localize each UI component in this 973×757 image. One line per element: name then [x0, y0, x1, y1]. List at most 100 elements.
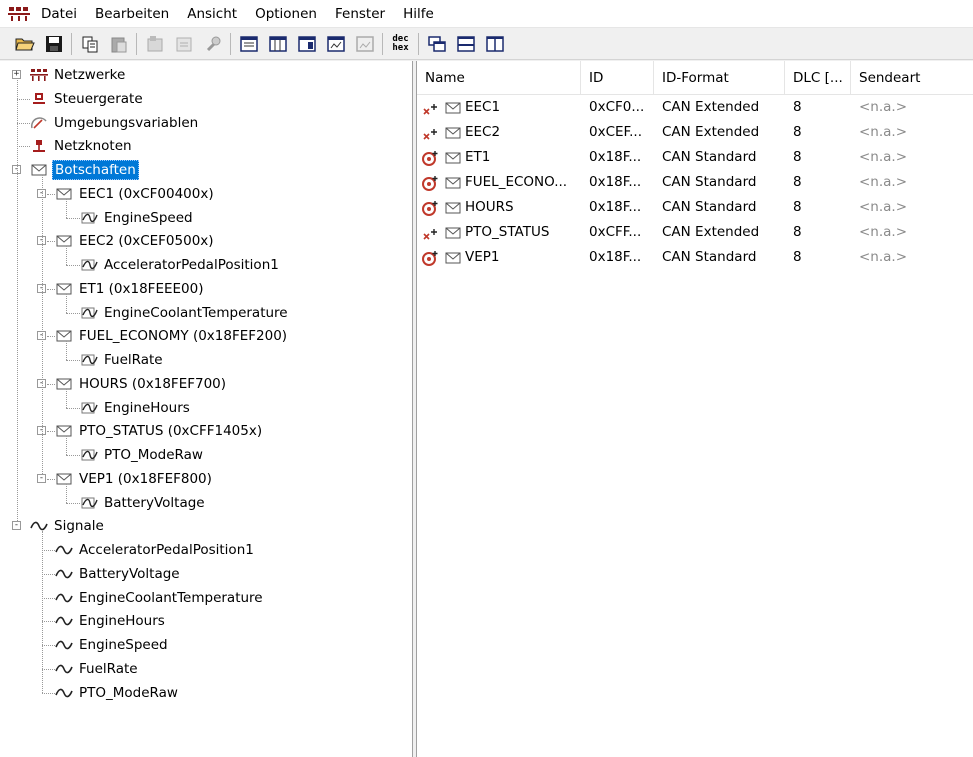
expand-plus-icon[interactable]: +	[12, 70, 21, 79]
menu-bearbeiten[interactable]: Bearbeiten	[86, 0, 178, 28]
tree-node-message[interactable]: - EEC2 (0xCEF0500x)	[37, 230, 216, 252]
cascade-icon[interactable]	[422, 31, 451, 57]
view3-icon[interactable]	[292, 31, 321, 57]
col-header-sendeart[interactable]: Sendeart	[851, 61, 973, 95]
app-network-icon[interactable]	[6, 0, 32, 28]
tree-connector-line	[17, 98, 30, 100]
tree-node-message-signal[interactable]: EngineCoolantTemperature	[80, 302, 290, 324]
collapse-minus-icon[interactable]: -	[37, 473, 46, 483]
signal-icon	[80, 210, 98, 226]
tree-node-umgebungsvariablen[interactable]: Umgebungsvariablen	[30, 112, 200, 134]
tree-node-netzwerke[interactable]: + Netzwerke	[12, 64, 127, 86]
tree-node-botschaften[interactable]: - Botschaften	[12, 159, 139, 181]
tree-node-signal[interactable]: PTO_ModeRaw	[55, 682, 180, 704]
envelope-icon	[55, 471, 73, 487]
table-row[interactable]: ET1 0x18F... CAN Standard 8 <n.a.>	[417, 145, 973, 170]
cell-dlc: 8	[793, 99, 802, 115]
tree-node-label: Umgebungsvariablen	[54, 114, 199, 131]
tree-connector-line	[47, 383, 55, 385]
tree-node-label: Steuergerate	[54, 90, 143, 107]
tree-node-message[interactable]: - PTO_STATUS (0xCFF1405x)	[37, 420, 264, 442]
table-row[interactable]: PTO_STATUS 0xCFF... CAN Extended 8 <n.a.>	[417, 220, 973, 245]
col-header-dlc[interactable]: DLC [...	[785, 61, 851, 95]
can-extended-icon	[421, 101, 445, 115]
col-header-id[interactable]: ID	[581, 61, 654, 95]
menu-fenster[interactable]: Fenster	[326, 0, 394, 28]
cell-sendeart: <n.a.>	[859, 149, 908, 165]
tree-connector-line	[42, 621, 55, 623]
table-row[interactable]: VEP1 0x18F... CAN Standard 8 <n.a.>	[417, 245, 973, 270]
edit-icon[interactable]	[169, 31, 198, 57]
table-row[interactable]: EEC1 0xCF0... CAN Extended 8 <n.a.>	[417, 95, 973, 120]
tree-node-signal[interactable]: EngineHours	[55, 610, 167, 632]
view1-icon[interactable]	[234, 31, 263, 57]
col-header-name[interactable]: Name	[417, 61, 581, 95]
cell-dlc: 8	[793, 224, 802, 240]
cell-dlc: 8	[793, 124, 802, 140]
tree-connector-line	[66, 217, 80, 219]
can-extended-icon	[421, 126, 445, 140]
menu-hilfe[interactable]: Hilfe	[394, 0, 443, 28]
menu-datei[interactable]: Datei	[32, 0, 86, 28]
tree-node-label: Netzwerke	[54, 67, 126, 83]
tree-node-message-signal[interactable]: AcceleratorPedalPosition1	[80, 254, 281, 276]
tree-node-signal[interactable]: AcceleratorPedalPosition1	[55, 539, 256, 561]
menu-bar: Datei Bearbeiten Ansicht Optionen Fenste…	[0, 0, 973, 28]
tool-icon[interactable]	[198, 31, 227, 57]
tile-vertical-icon[interactable]	[480, 31, 509, 57]
tree-node-message[interactable]: - HOURS (0x18FEF700)	[37, 373, 228, 395]
tree-node-message[interactable]: - VEP1 (0x18FEF800)	[37, 468, 214, 490]
tree-node-message[interactable]: - FUEL_ECONOMY (0x18FEF200)	[37, 325, 289, 347]
toolbar-separator	[136, 32, 137, 55]
tree-node-steuergerate[interactable]: Steuergerate	[30, 88, 145, 110]
paste-icon[interactable]	[104, 31, 133, 57]
tree-node-netzknoten[interactable]: Netzknoten	[30, 135, 134, 157]
dec-hex-icon[interactable]: dec hex	[386, 31, 415, 57]
table-row[interactable]: EEC2 0xCEF... CAN Extended 8 <n.a.>	[417, 120, 973, 145]
tile-horizontal-icon[interactable]	[451, 31, 480, 57]
can-standard-icon	[421, 150, 445, 166]
tree-node-label: PTO_ModeRaw	[104, 447, 203, 463]
cell-sendeart: <n.a.>	[859, 124, 908, 140]
cell-id: 0xCF0...	[589, 99, 645, 115]
menu-optionen[interactable]: Optionen	[246, 0, 326, 28]
tree-node-signal[interactable]: FuelRate	[55, 658, 140, 680]
tree-node-message-signal[interactable]: PTO_ModeRaw	[80, 444, 205, 466]
tree-connector-line	[66, 388, 67, 408]
view2-icon[interactable]	[263, 31, 292, 57]
tree-node-signal[interactable]: EngineSpeed	[55, 634, 170, 656]
table-row[interactable]: HOURS 0x18F... CAN Standard 8 <n.a.>	[417, 195, 973, 220]
envelope-icon	[445, 177, 461, 189]
tree-connector-line	[42, 550, 55, 551]
node-icon	[30, 138, 48, 154]
tree-connector-line	[66, 407, 80, 409]
copy-icon[interactable]	[75, 31, 104, 57]
ecu-icon	[30, 91, 48, 107]
menu-ansicht[interactable]: Ansicht	[178, 0, 246, 28]
tree-node-message-signal[interactable]: BatteryVoltage	[80, 492, 207, 514]
tree-node-signal[interactable]: EngineCoolantTemperature	[55, 587, 265, 609]
can-extended-icon	[421, 226, 445, 240]
tree-node-signal[interactable]: BatteryVoltage	[55, 563, 182, 585]
toolbar-separator	[71, 32, 72, 55]
col-header-id-format[interactable]: ID-Format	[654, 61, 785, 95]
tree-node-message[interactable]: - EEC1 (0xCF00400x)	[37, 183, 216, 205]
tree-node-message-signal[interactable]: EngineSpeed	[80, 207, 195, 229]
open-folder-icon[interactable]	[10, 31, 39, 57]
tree-node-label: EEC2 (0xCEF0500x)	[79, 233, 214, 250]
tree-connector-line	[17, 80, 18, 522]
tree-node-message[interactable]: - ET1 (0x18FEEE00)	[37, 278, 205, 300]
view4-icon[interactable]	[321, 31, 350, 57]
save-icon[interactable]	[39, 31, 68, 57]
tree-connector-line	[66, 293, 67, 313]
cell-dlc: 8	[793, 249, 802, 265]
collapse-minus-icon[interactable]: -	[12, 521, 21, 531]
tree-node-message-signal[interactable]: FuelRate	[80, 349, 165, 371]
tree-node-message-signal[interactable]: EngineHours	[80, 397, 192, 419]
tree-node-label: FUEL_ECONOMY (0x18FEF200)	[79, 328, 288, 345]
view5-icon[interactable]	[350, 31, 379, 57]
table-row[interactable]: FUEL_ECONO... 0x18F... CAN Standard 8 <n.a.>	[417, 170, 973, 195]
envelope-icon	[55, 281, 73, 297]
properties-icon[interactable]	[140, 31, 169, 57]
tree-node-label: FuelRate	[79, 660, 138, 677]
